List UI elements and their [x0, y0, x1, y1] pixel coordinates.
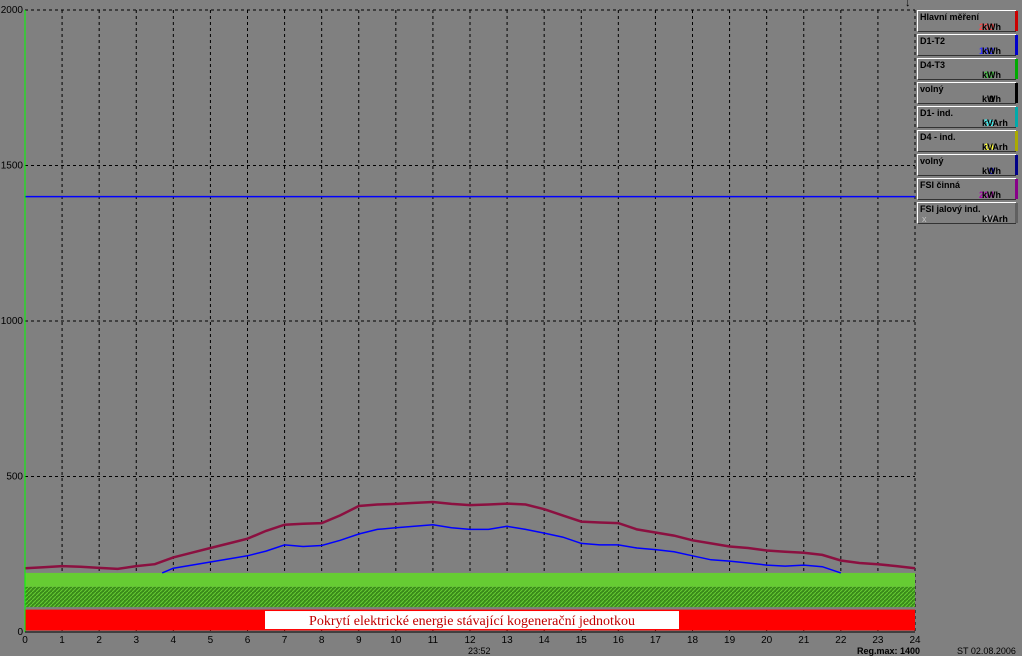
- x-tick-label: 11: [428, 635, 439, 646]
- legend-item: D1-T2 162 kWh: [917, 34, 1018, 56]
- legend-item: FSI činná 204 kWh: [917, 178, 1018, 200]
- bands: Pokrytí elektrické energie stávající kog…: [25, 572, 915, 631]
- x-tick-label: 6: [245, 635, 251, 646]
- x-tick-label: 21: [798, 635, 810, 646]
- legend-unit: kWh: [982, 94, 1001, 104]
- legend-prefix: x: [922, 214, 927, 224]
- legend-item: FSI jalový ind. 77 kVArh x: [917, 202, 1018, 224]
- x-tick-labels: 0 1 2 3 4 5 6 7 8 9 10 11 12 13 14 15 16 17 18 19 20 21 22 23 24: [22, 635, 921, 646]
- x-tick-label: 17: [650, 635, 662, 646]
- band-1: [25, 586, 915, 608]
- arrow-down-icon: ↓: [905, 0, 911, 9]
- legend-unit: kWh: [982, 166, 1001, 176]
- legend-color-bar: [1015, 179, 1018, 199]
- legend-color-bar: [1015, 155, 1018, 175]
- y-tick-label: 2000: [1, 5, 24, 16]
- x-tick-label: 3: [133, 635, 139, 646]
- y-tick-label: 1500: [1, 161, 24, 172]
- legend-item: D4-T3 38 kWh: [917, 58, 1018, 80]
- y-tick-label: 1000: [1, 316, 24, 327]
- y-tick-label: 500: [6, 472, 23, 483]
- legend-item: volný 0 kWh: [917, 82, 1018, 104]
- consumption-chart: Pokrytí elektrické energie stávající kog…: [1, 5, 921, 646]
- x-tick-label: 15: [576, 635, 588, 646]
- legend-unit: kWh: [982, 22, 1001, 32]
- legend-panel: Hlavní měření 200 kWh D1-T2 162 kWh D4-T3 38 kWh…: [917, 10, 1018, 226]
- legend-item: Hlavní měření 200 kWh: [917, 10, 1018, 32]
- x-tick-label: 8: [319, 635, 325, 646]
- x-tick-label: 9: [356, 635, 362, 646]
- legend-item: D4 - ind. 14 kVArh: [917, 130, 1018, 152]
- legend-name: FSI jalový ind.: [920, 204, 981, 214]
- legend-color-bar: [1015, 107, 1018, 127]
- reg-max-label: Reg.max: 1400: [857, 646, 921, 656]
- legend-color-bar: [1015, 203, 1018, 223]
- legend-name: D1-T2: [920, 36, 946, 46]
- x-tick-label: 24: [909, 635, 921, 646]
- x-tick-label: 14: [539, 635, 551, 646]
- y-tick-labels: 0 500 1000 1500 2000: [1, 5, 24, 638]
- legend-unit: kWh: [982, 70, 1001, 80]
- legend-unit: kWh: [982, 46, 1001, 56]
- legend-item: volný 0 kWh: [917, 154, 1018, 176]
- x-tick-label: 22: [835, 635, 847, 646]
- legend-name: D1- ind.: [920, 108, 953, 118]
- current-time: 23:52: [468, 646, 491, 656]
- legend-color-bar: [1015, 131, 1018, 151]
- legend-name: Hlavní měření: [920, 12, 980, 22]
- x-tick-label: 12: [464, 635, 476, 646]
- band-0: [25, 572, 915, 587]
- x-tick-label: 10: [390, 635, 402, 646]
- date-label: ST 02.08.2006: [957, 646, 1016, 656]
- x-tick-label: 7: [282, 635, 288, 646]
- x-tick-label: 18: [687, 635, 699, 646]
- x-tick-label: 5: [208, 635, 214, 646]
- x-tick-label: 2: [96, 635, 102, 646]
- x-tick-label: 0: [22, 635, 28, 646]
- y-tick-label: 0: [17, 627, 23, 638]
- legend-item: D1- ind. 56 kVArh: [917, 106, 1018, 128]
- legend-name: volný: [920, 84, 944, 94]
- legend-name: D4-T3: [920, 60, 946, 70]
- legend-color-bar: [1015, 83, 1018, 103]
- legend-color-bar: [1015, 35, 1018, 55]
- x-tick-label: 20: [761, 635, 773, 646]
- legend-name: D4 - ind.: [920, 132, 956, 142]
- legend-unit: kWh: [982, 190, 1001, 200]
- legend-unit: kVArh: [982, 142, 1008, 152]
- legend-color-bar: [1015, 11, 1018, 31]
- legend-unit: kVArh: [982, 118, 1008, 128]
- x-tick-label: 4: [171, 635, 177, 646]
- legend-color-bar: [1015, 59, 1018, 79]
- band-label: Pokrytí elektrické energie stávající kog…: [309, 614, 635, 629]
- x-tick-label: 16: [613, 635, 625, 646]
- legend-unit: kVArh: [982, 214, 1008, 224]
- legend-name: volný: [920, 156, 944, 166]
- x-tick-label: 19: [724, 635, 736, 646]
- x-tick-label: 1: [59, 635, 65, 646]
- legend-name: FSI činná: [920, 180, 961, 190]
- x-tick-label: 13: [502, 635, 514, 646]
- x-tick-label: 23: [872, 635, 884, 646]
